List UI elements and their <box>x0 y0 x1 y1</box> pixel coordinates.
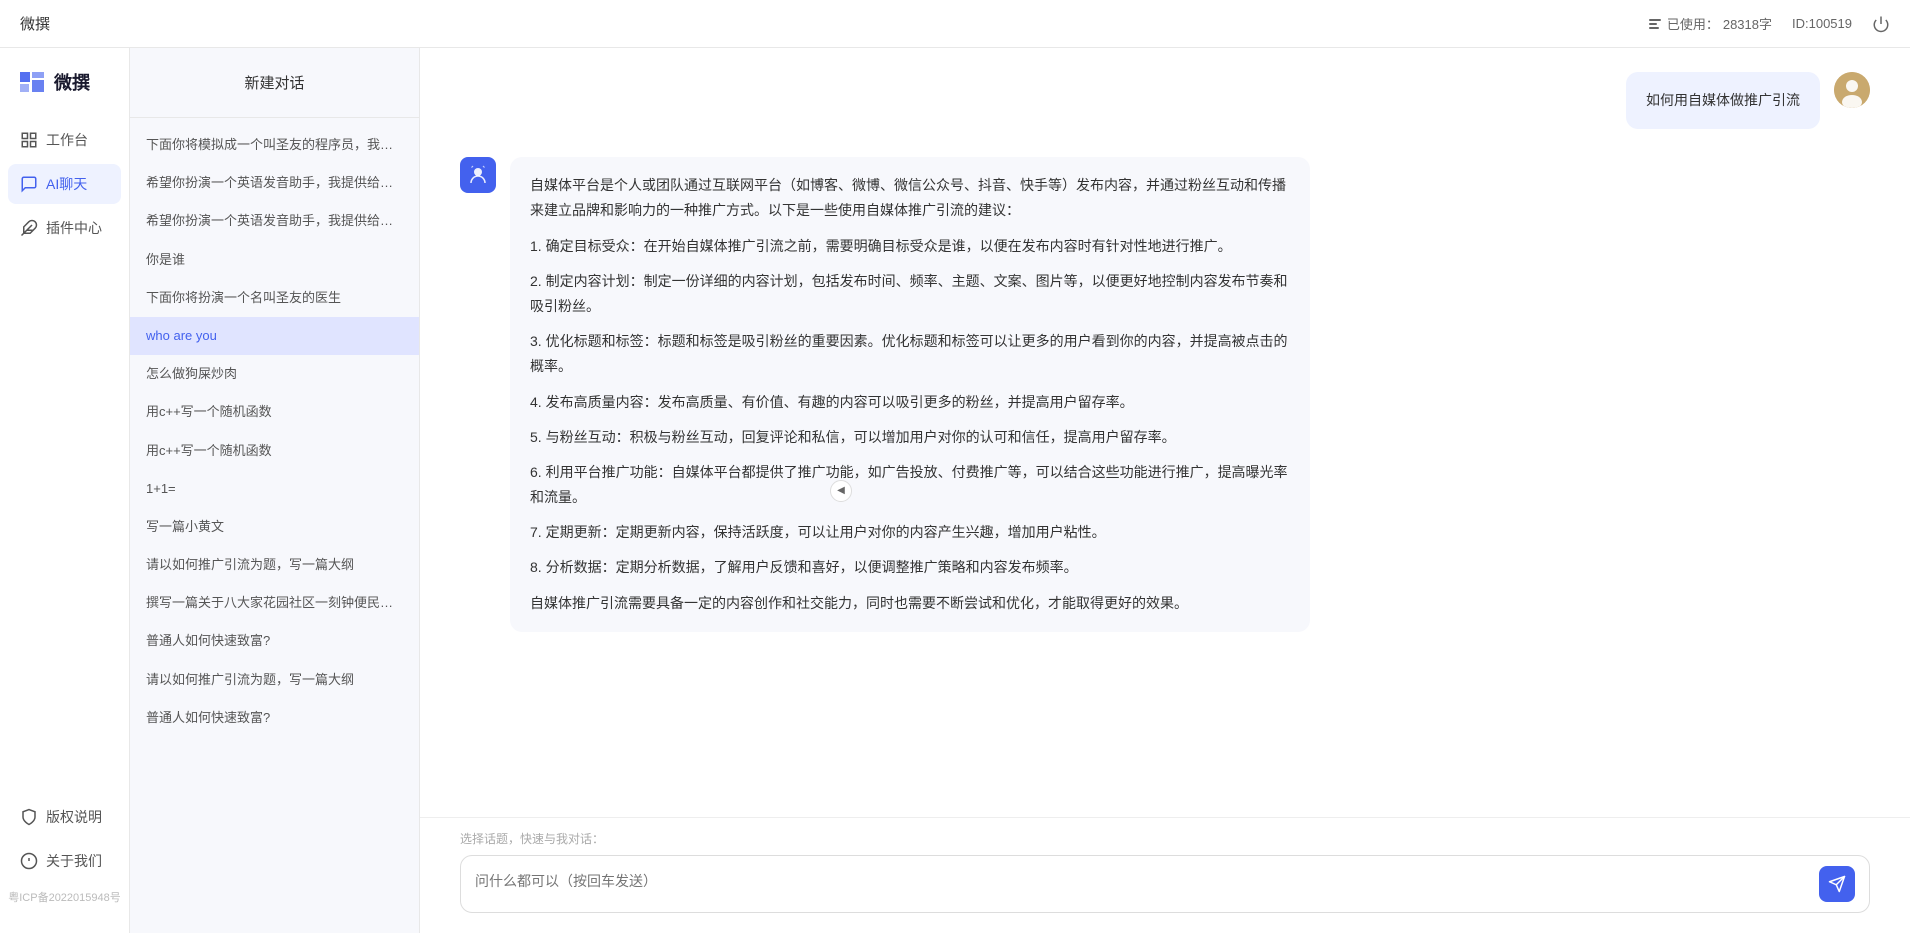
chat-input[interactable] <box>475 872 1819 896</box>
sidebar-item-workbench-label: 工作台 <box>46 130 88 150</box>
ai-message-row: 自媒体平台是个人或团队通过互联网平台（如博客、微博、微信公众号、抖音、快手等）发… <box>460 157 1870 632</box>
chat-history-header: 新建对话 <box>130 48 419 118</box>
shield-icon <box>20 808 38 826</box>
ai-paragraph: 5. 与粉丝互动：积极与粉丝互动，回复评论和私信，可以增加用户对你的认可和信任，… <box>530 425 1290 450</box>
new-chat-button[interactable]: 新建对话 <box>146 64 403 101</box>
topbar: 微撰 已使用： 28318字 ID:100519 <box>0 0 1910 48</box>
send-icon <box>1828 875 1846 893</box>
topbar-right: 已使用： 28318字 ID:100519 <box>1647 14 1890 33</box>
quick-topics-label: 选择话题，快速与我对话： <box>460 830 1870 847</box>
ai-paragraph: 自媒体平台是个人或团队通过互联网平台（如博客、微博、微信公众号、抖音、快手等）发… <box>530 173 1290 223</box>
input-box-wrapper <box>460 855 1870 913</box>
chat-list-item[interactable]: 希望你扮演一个英语发音助手，我提供给你... <box>130 202 419 240</box>
sidebar-item-copyright-label: 版权说明 <box>46 807 102 827</box>
ai-paragraph: 6. 利用平台推广功能：自媒体平台都提供了推广功能，如广告投放、付费推广等，可以… <box>530 460 1290 510</box>
usage-value: 28318字 <box>1723 14 1772 33</box>
sidebar-item-copyright[interactable]: 版权说明 <box>8 797 121 837</box>
nav-items: 工作台 AI聊天 插件中心 <box>0 120 129 797</box>
user-id: ID:100519 <box>1792 16 1852 31</box>
chat-messages: 如何用自媒体做推广引流 自媒体平台是个人或团队通过互联网平台（如博客、微博、微信… <box>420 48 1910 817</box>
info-icon <box>20 852 38 870</box>
chat-list-item[interactable]: 普通人如何快速致富? <box>130 622 419 660</box>
chat-main: 如何用自媒体做推广引流 自媒体平台是个人或团队通过互联网平台（如博客、微博、微信… <box>420 48 1910 933</box>
chat-list-item[interactable]: 下面你将模拟成一个叫圣友的程序员，我说... <box>130 126 419 164</box>
chat-list-item[interactable]: 1+1= <box>130 470 419 508</box>
sidebar-item-ai-chat[interactable]: AI聊天 <box>8 164 121 204</box>
sidebar-item-workbench[interactable]: 工作台 <box>8 120 121 160</box>
ai-message-content: 自媒体平台是个人或团队通过互联网平台（如博客、微博、微信公众号、抖音、快手等）发… <box>510 157 1310 632</box>
chat-history-panel: 新建对话 下面你将模拟成一个叫圣友的程序员，我说...希望你扮演一个英语发音助手… <box>130 48 420 933</box>
sidebar-item-plugins[interactable]: 插件中心 <box>8 208 121 248</box>
logo-text: 微撰 <box>54 69 90 95</box>
usage-label: 已使用： <box>1667 14 1719 33</box>
topbar-title: 微撰 <box>20 13 50 34</box>
chat-list-item[interactable]: who are you <box>130 317 419 355</box>
sidebar-item-about[interactable]: 关于我们 <box>8 841 121 881</box>
chat-list-item[interactable]: 你是谁 <box>130 241 419 279</box>
ai-avatar <box>460 157 496 193</box>
ai-paragraph: 1. 确定目标受众：在开始自媒体推广引流之前，需要明确目标受众是谁，以便在发布内… <box>530 234 1290 259</box>
main-layout: 微撰 工作台 AI聊天 <box>0 48 1910 933</box>
sidebar-item-about-label: 关于我们 <box>46 851 102 871</box>
user-avatar <box>1834 72 1870 108</box>
ai-paragraph: 7. 定期更新：定期更新内容，保持活跃度，可以让用户对你的内容产生兴趣，增加用户… <box>530 520 1290 545</box>
grid-icon <box>20 131 38 149</box>
user-message-content: 如何用自媒体做推广引流 <box>1626 72 1820 129</box>
ai-paragraph: 4. 发布高质量内容：发布高质量、有价值、有趣的内容可以吸引更多的粉丝，并提高用… <box>530 390 1290 415</box>
power-icon[interactable] <box>1872 15 1890 33</box>
chat-list: 下面你将模拟成一个叫圣友的程序员，我说...希望你扮演一个英语发音助手，我提供给… <box>130 118 419 933</box>
icp-number: 粤ICP备2022015948号 <box>8 885 121 913</box>
collapse-button[interactable]: ◀ <box>830 480 852 502</box>
chat-list-item[interactable]: 希望你扮演一个英语发音助手，我提供给你... <box>130 164 419 202</box>
chat-list-item[interactable]: 用c++写一个随机函数 <box>130 432 419 470</box>
send-button[interactable] <box>1819 866 1855 902</box>
chat-list-item[interactable]: 撰写一篇关于八大家花园社区一刻钟便民生... <box>130 584 419 622</box>
chat-input-area: 选择话题，快速与我对话： <box>420 817 1910 933</box>
ai-paragraph: 3. 优化标题和标签：标题和标签是吸引粉丝的重要因素。优化标题和标签可以让更多的… <box>530 329 1290 379</box>
chat-list-item[interactable]: 写一篇小黄文 <box>130 508 419 546</box>
sidebar-item-plugins-label: 插件中心 <box>46 218 102 238</box>
chat-list-item[interactable]: 请以如何推广引流为题，写一篇大纲 <box>130 661 419 699</box>
user-message-row: 如何用自媒体做推广引流 <box>460 72 1870 129</box>
sidebar-item-ai-chat-label: AI聊天 <box>46 174 87 194</box>
plugin-icon <box>20 219 38 237</box>
chat-list-item[interactable]: 下面你将扮演一个名叫圣友的医生 <box>130 279 419 317</box>
chat-list-item[interactable]: 怎么做狗屎炒肉 <box>130 355 419 393</box>
left-nav: 微撰 工作台 AI聊天 <box>0 48 130 933</box>
chat-list-item[interactable]: 请以如何推广引流为题，写一篇大纲 <box>130 546 419 584</box>
ai-paragraph: 2. 制定内容计划：制定一份详细的内容计划，包括发布时间、频率、主题、文案、图片… <box>530 269 1290 319</box>
text-icon <box>1647 16 1663 32</box>
ai-paragraph: 8. 分析数据：定期分析数据，了解用户反馈和喜好，以便调整推广策略和内容发布频率… <box>530 555 1290 580</box>
chat-icon <box>20 175 38 193</box>
user-message-text: 如何用自媒体做推广引流 <box>1646 92 1800 108</box>
chat-list-item[interactable]: 普通人如何快速致富? <box>130 699 419 737</box>
ai-paragraph: 自媒体推广引流需要具备一定的内容创作和社交能力，同时也需要不断尝试和优化，才能取… <box>530 591 1290 616</box>
nav-bottom: 版权说明 关于我们 粤ICP备2022015948号 <box>0 797 129 913</box>
logo-icon <box>16 68 48 96</box>
logo: 微撰 <box>0 68 129 120</box>
chat-list-item[interactable]: 用c++写一个随机函数 <box>130 393 419 431</box>
usage-display: 已使用： 28318字 <box>1647 14 1772 33</box>
